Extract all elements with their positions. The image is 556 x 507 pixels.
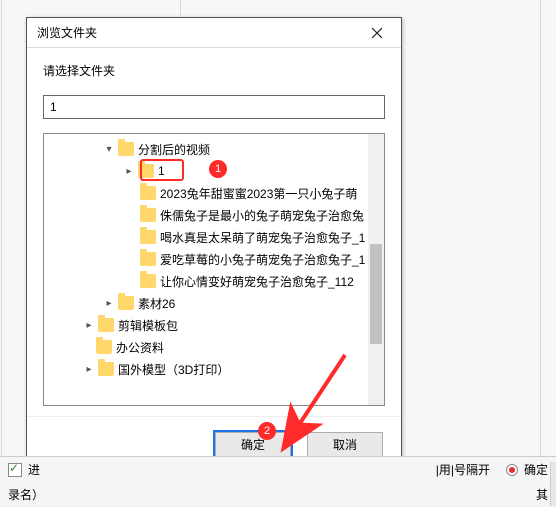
scrollbar-thumb[interactable]	[370, 244, 382, 344]
tree-node[interactable]: 办公资料	[46, 336, 382, 358]
folder-icon	[140, 208, 156, 222]
folder-icon	[140, 274, 156, 288]
folder-tree[interactable]: ▾ 分割后的视频 ▸ 1 2023兔年甜蜜蜜2023第一只小兔子萌 侏儒兔子是最…	[43, 133, 385, 406]
tree-node[interactable]: ▸ 1	[46, 160, 382, 182]
expander-down-icon[interactable]: ▾	[102, 142, 116, 156]
tree-label: 侏儒兔子是最小的兔子萌宠兔子治愈兔	[160, 207, 364, 224]
folder-icon	[98, 362, 114, 376]
tree-node[interactable]: 喝水真是太呆萌了萌宠兔子治愈兔子_1	[46, 226, 382, 248]
folder-name-input[interactable]	[43, 95, 385, 119]
button-label: 取消	[333, 436, 357, 453]
radio-label: 确定	[524, 461, 548, 478]
expander-right-icon[interactable]: ▸	[102, 296, 116, 310]
folder-icon	[140, 252, 156, 266]
folder-icon	[98, 318, 114, 332]
tree-node[interactable]: 2023兔年甜蜜蜜2023第一只小兔子萌	[46, 182, 382, 204]
expander-right-icon[interactable]: ▸	[82, 318, 96, 332]
background-toolbar: 进 |用|号隔开 确定 录名） 其	[0, 456, 556, 506]
folder-icon	[118, 296, 134, 310]
browse-folder-dialog: 浏览文件夹 请选择文件夹 ▾ 分割后的视频 ▸ 1 2023兔年甜	[26, 17, 402, 473]
tree-node[interactable]: 让你心情变好萌宠兔子治愈兔子_112	[46, 270, 382, 292]
tree-node[interactable]: ▸ 国外模型（3D打印）	[46, 358, 382, 380]
tree-label: 素材26	[138, 295, 175, 312]
tree-label: 国外模型（3D打印）	[118, 361, 229, 378]
checkbox-label: 进	[28, 461, 40, 478]
separator-label: |用|号隔开	[436, 461, 490, 478]
tree-label: 让你心情变好萌宠兔子治愈兔子_112	[160, 273, 354, 290]
tree-node-root[interactable]: ▾ 分割后的视频	[46, 138, 382, 160]
folder-icon	[140, 230, 156, 244]
tree-label: 办公资料	[116, 339, 164, 356]
ok-button[interactable]: 确定	[215, 432, 291, 458]
expander-right-icon[interactable]: ▸	[122, 164, 136, 178]
close-button[interactable]	[359, 21, 395, 45]
radio[interactable]	[506, 464, 518, 476]
tree-label: 喝水真是太呆萌了萌宠兔子治愈兔子_1	[160, 229, 365, 246]
tree-node[interactable]: ▸ 剪辑模板包	[46, 314, 382, 336]
tree-scrollbar[interactable]	[368, 134, 384, 405]
dialog-title: 浏览文件夹	[37, 24, 97, 41]
close-icon	[371, 27, 383, 39]
folder-icon	[140, 186, 156, 200]
dialog-prompt: 请选择文件夹	[43, 62, 385, 79]
folder-icon	[138, 164, 154, 178]
tree-label: 爱吃草莓的小兔子萌宠兔子治愈兔子_1	[160, 251, 365, 268]
dialog-titlebar: 浏览文件夹	[27, 18, 401, 48]
folder-icon	[118, 142, 134, 156]
tree-label: 1	[158, 164, 165, 178]
tree-label: 剪辑模板包	[118, 317, 178, 334]
button-label: 确定	[241, 436, 265, 453]
partial-label-right: 其	[536, 486, 548, 503]
tree-label: 分割后的视频	[138, 141, 210, 158]
expander-right-icon[interactable]: ▸	[82, 362, 96, 376]
partial-label: 录名）	[8, 486, 44, 503]
tree-node[interactable]: 爱吃草莓的小兔子萌宠兔子治愈兔子_1	[46, 248, 382, 270]
tree-label: 2023兔年甜蜜蜜2023第一只小兔子萌	[160, 185, 357, 202]
checkbox[interactable]	[8, 463, 22, 477]
cancel-button[interactable]: 取消	[307, 432, 383, 458]
tree-node[interactable]: 侏儒兔子是最小的兔子萌宠兔子治愈兔	[46, 204, 382, 226]
tree-node[interactable]: ▸ 素材26	[46, 292, 382, 314]
folder-icon	[96, 340, 112, 354]
